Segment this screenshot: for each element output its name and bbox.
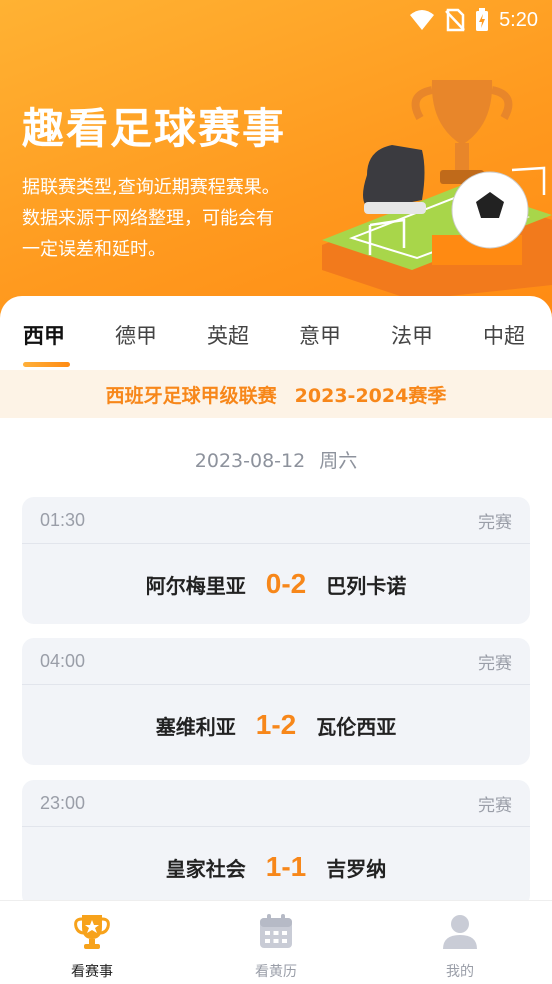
match-score: 0-2 [265, 568, 307, 599]
nav-almanac[interactable]: 看黄历 [216, 911, 336, 981]
tab-premier-league[interactable]: 英超 [207, 320, 249, 350]
match-status: 完赛 [478, 653, 512, 674]
nav-label: 看赛事 [71, 964, 113, 980]
match-time: 04:00 [40, 650, 86, 671]
league-name: 西班牙足球甲级联赛 [105, 384, 277, 407]
hero-title: 趣看足球赛事 [22, 104, 287, 153]
no-sim-icon [445, 8, 465, 32]
nav-label: 我的 [446, 964, 474, 980]
date-weekday: 周六 [319, 450, 358, 472]
away-team: 瓦伦西亚 [316, 714, 397, 739]
hero-description: 据联赛类型,查询近期赛程赛果。 数据来源于网络整理，可能会有 一定误差和延时。 [22, 172, 342, 265]
tab-laliga[interactable]: 西甲 [23, 320, 65, 350]
nav-matches[interactable]: 看赛事 [32, 911, 152, 981]
hero-desc-line: 数据来源于网络整理，可能会有 [22, 208, 274, 229]
trophy-icon [74, 915, 110, 949]
league-tabs: 西甲 德甲 英超 意甲 法甲 中超 [0, 296, 552, 367]
match-card-body: 塞维利亚 1-2 瓦伦西亚 [22, 685, 530, 765]
match-card[interactable]: 23:00 完赛 皇家社会 1-1 吉罗纳 [22, 780, 530, 907]
calendar-icon [260, 914, 292, 948]
tab-bundesliga[interactable]: 德甲 [115, 320, 157, 350]
nav-label: 看黄历 [255, 964, 297, 980]
away-team: 吉罗纳 [326, 856, 387, 881]
match-card-header: 23:00 完赛 [22, 780, 530, 827]
home-team: 塞维利亚 [155, 714, 236, 739]
match-card-body: 阿尔梅里亚 0-2 巴列卡诺 [22, 544, 530, 624]
hero-desc-line: 一定误差和延时。 [22, 239, 166, 260]
trophy-football-illustration [322, 80, 552, 300]
league-season-bar: 西班牙足球甲级联赛 2023-2024赛季 [0, 370, 552, 418]
tab-csl[interactable]: 中超 [483, 320, 525, 350]
wifi-icon [410, 10, 435, 30]
league-season: 2023-2024赛季 [294, 384, 447, 407]
match-card-body: 皇家社会 1-1 吉罗纳 [22, 827, 530, 907]
home-team: 阿尔梅里亚 [145, 573, 246, 598]
bottom-navigation: 看赛事 看黄历 我的 [0, 900, 552, 984]
match-card-header: 04:00 完赛 [22, 638, 530, 685]
nav-profile[interactable]: 我的 [400, 911, 520, 981]
match-time: 01:30 [40, 509, 86, 530]
date-day: 2023-08-12 [194, 450, 306, 472]
user-icon [443, 915, 477, 949]
tab-serie-a[interactable]: 意甲 [299, 320, 341, 350]
away-team: 巴列卡诺 [326, 573, 407, 598]
match-card-header: 01:30 完赛 [22, 497, 530, 544]
content-panel: 西甲 德甲 英超 意甲 法甲 中超 西班牙足球甲级联赛 2023-2024赛季 … [0, 296, 552, 983]
match-card[interactable]: 04:00 完赛 塞维利亚 1-2 瓦伦西亚 [22, 638, 530, 765]
battery-icon [476, 8, 489, 31]
hero-desc-line: 据联赛类型,查询近期赛程赛果。 [22, 177, 280, 198]
match-score: 1-2 [255, 709, 297, 740]
home-team: 皇家社会 [165, 856, 246, 881]
status-bar: 5:20 [409, 6, 538, 34]
match-status: 完赛 [478, 795, 512, 816]
hero-banner: 5:20 趣看足球赛事 据联赛类型,查询近期赛程赛果。 数据来源于网络整理，可能… [0, 0, 552, 330]
match-status: 完赛 [478, 512, 512, 533]
match-time: 23:00 [40, 792, 86, 813]
match-date: 2023-08-12 周六 [0, 446, 552, 473]
tab-ligue-1[interactable]: 法甲 [391, 320, 433, 350]
match-score: 1-1 [265, 851, 307, 882]
status-time: 5:20 [499, 8, 538, 31]
active-tab-indicator [23, 362, 70, 367]
match-card[interactable]: 01:30 完赛 阿尔梅里亚 0-2 巴列卡诺 [22, 497, 530, 624]
